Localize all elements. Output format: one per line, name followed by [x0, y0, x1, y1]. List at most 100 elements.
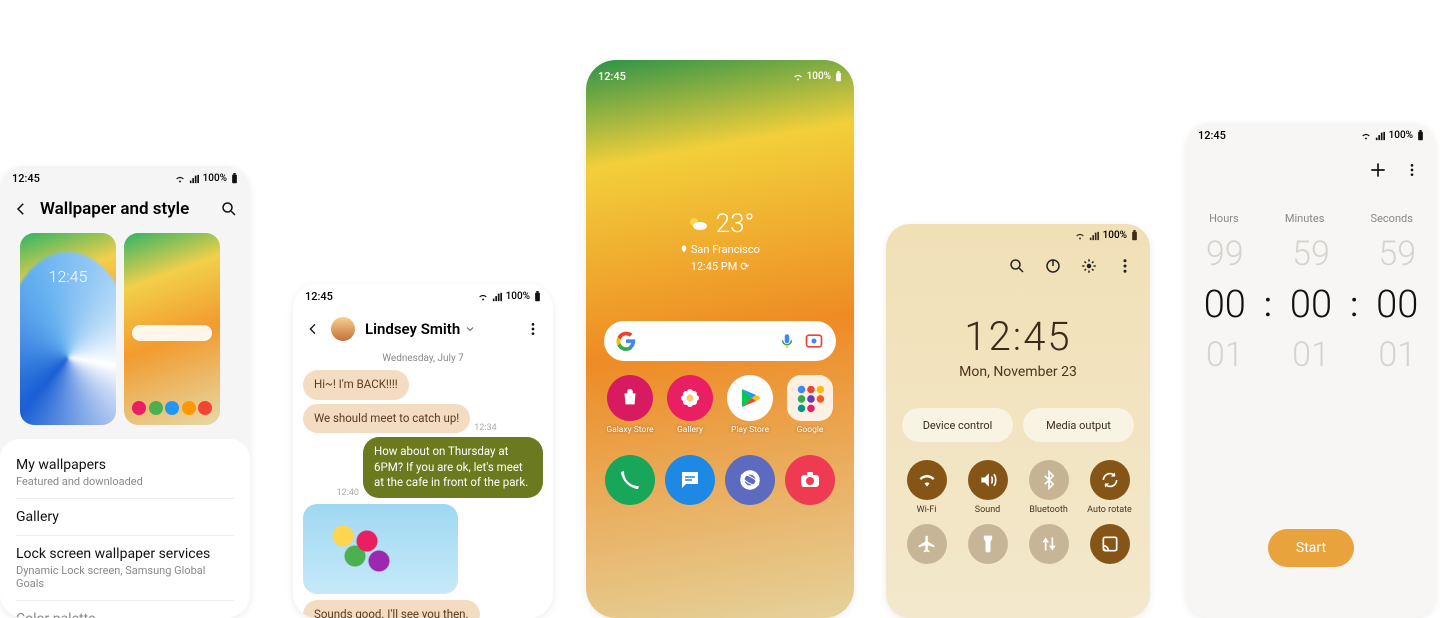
contact-name[interactable]: Lindsey Smith: [365, 320, 515, 338]
hours-wheel[interactable]: 99 00 01: [1194, 231, 1256, 379]
quick-settings: Wi-Fi Sound Bluetooth Auto rotate: [886, 452, 1150, 572]
message-in: We should meet to catch up! 12:34: [293, 402, 553, 436]
panel-buttons: Device control Media output: [886, 380, 1150, 452]
status-bar: 100%: [886, 224, 1150, 247]
timer-screen: 12:45 100% Hours Minutes Seconds 99 00 0…: [1186, 123, 1436, 618]
back-icon[interactable]: [305, 321, 321, 337]
app-camera[interactable]: [782, 455, 838, 505]
message-out: 12:40 How about on Thursday at 6PM? If y…: [293, 435, 553, 500]
status-bar: 12:45 100%: [586, 60, 854, 89]
quick-panel-screen: 100% 12:45 Mon, November 23 Device contr…: [886, 224, 1150, 618]
flower-icon: [667, 375, 713, 421]
signal-icon: [1375, 131, 1385, 141]
google-icon: [616, 331, 636, 351]
app-phone[interactable]: [602, 455, 658, 505]
cast-icon: [1090, 524, 1130, 564]
app-gallery[interactable]: Gallery: [662, 375, 718, 435]
qs-cast[interactable]: [1079, 524, 1140, 564]
google-search-bar[interactable]: [604, 321, 836, 361]
more-icon[interactable]: [525, 321, 541, 337]
list-item[interactable]: Lock screen wallpaper services Dynamic L…: [0, 536, 250, 600]
airplane-icon: [907, 524, 947, 564]
battery-icon: [1417, 130, 1424, 141]
list-item[interactable]: Gallery: [0, 499, 250, 535]
more-icon[interactable]: [1404, 160, 1420, 180]
mic-icon[interactable]: [778, 332, 796, 350]
message-in: Sounds good. I'll see you then. 12:40: [293, 598, 553, 618]
chevron-down-icon[interactable]: [464, 323, 476, 335]
seconds-wheel[interactable]: 59 00 01: [1366, 231, 1428, 379]
start-button[interactable]: Start: [1268, 529, 1354, 567]
status-bar: 12:45 100%: [0, 166, 250, 191]
status-bar: 12:45 100%: [293, 284, 553, 309]
bag-icon: [607, 375, 653, 421]
qs-flashlight[interactable]: [957, 524, 1018, 564]
lens-icon[interactable]: [804, 331, 824, 351]
message-image[interactable]: [303, 504, 458, 594]
wallpaper-thumbs: 12:45: [0, 227, 250, 439]
date-divider: Wednesday, July 7: [293, 349, 553, 368]
qs-data[interactable]: [1018, 524, 1079, 564]
wifi-icon: [907, 460, 947, 500]
qs-autorotate[interactable]: Auto rotate: [1079, 460, 1140, 516]
page-title: Wallpaper and style: [40, 199, 210, 219]
app-internet[interactable]: [722, 455, 778, 505]
qs-wifi[interactable]: Wi-Fi: [896, 460, 957, 516]
data-icon: [1029, 524, 1069, 564]
app-messages[interactable]: [662, 455, 718, 505]
back-icon[interactable]: [12, 200, 30, 218]
clock: 12:45 Mon, November 23: [886, 313, 1150, 380]
camera-icon: [785, 455, 835, 505]
wifi-icon: [175, 174, 185, 184]
list-item[interactable]: My wallpapers Featured and downloaded: [0, 447, 250, 498]
panel-tools: [886, 247, 1150, 285]
qs-sound[interactable]: Sound: [957, 460, 1018, 516]
minutes-wheel[interactable]: 59 00 01: [1280, 231, 1342, 379]
header: Wallpaper and style: [0, 191, 250, 227]
app-play-store[interactable]: Play Store: [722, 375, 778, 435]
flashlight-icon: [968, 524, 1008, 564]
search-icon[interactable]: [1008, 257, 1026, 275]
status-right: 100%: [175, 173, 238, 184]
more-icon[interactable]: [1116, 257, 1134, 275]
internet-icon: [725, 455, 775, 505]
device-control-button[interactable]: Device control: [902, 408, 1013, 442]
message-in: Hi~! I'm BACK!!!!: [293, 368, 553, 402]
signal-icon: [492, 292, 502, 302]
status-bar: 12:45 100%: [1186, 123, 1436, 148]
search-icon[interactable]: [220, 200, 238, 218]
phone-icon: [605, 455, 655, 505]
status-time: 12:45: [12, 172, 40, 185]
wallpaper-style-screen: 12:45 100% Wallpaper and style 12:45 My …: [0, 166, 250, 618]
gear-icon[interactable]: [1080, 257, 1098, 275]
location-icon: [680, 245, 688, 253]
timer-picker[interactable]: 99 00 01 : 59 00 01 : 59 00 01: [1186, 231, 1436, 379]
avatar[interactable]: [331, 317, 355, 341]
rotate-icon: [1090, 460, 1130, 500]
app-google-folder[interactable]: Google: [782, 375, 838, 435]
homescreen-preview[interactable]: [124, 233, 220, 425]
lockscreen-preview[interactable]: 12:45: [20, 233, 116, 425]
play-icon: [727, 375, 773, 421]
app-row: Galaxy Store Gallery Play Store Google: [586, 361, 854, 435]
settings-list: My wallpapers Featured and downloaded Ga…: [0, 439, 250, 618]
dock: [586, 435, 854, 505]
plus-icon[interactable]: [1368, 160, 1388, 180]
list-item[interactable]: Color palette: [0, 601, 250, 618]
folder-icon: [787, 375, 833, 421]
qs-bluetooth[interactable]: Bluetooth: [1018, 460, 1079, 516]
qs-airplane[interactable]: [896, 524, 957, 564]
app-galaxy-store[interactable]: Galaxy Store: [602, 375, 658, 435]
media-output-button[interactable]: Media output: [1023, 408, 1134, 442]
signal-icon: [189, 174, 199, 184]
power-icon[interactable]: [1044, 257, 1062, 275]
wifi-icon: [1075, 231, 1085, 241]
signal-icon: [1089, 231, 1099, 241]
timer-headers: Hours Minutes Seconds: [1186, 212, 1436, 225]
battery-icon: [835, 71, 842, 82]
battery-icon: [231, 173, 238, 184]
home-screen: 12:45 100% 23° San Francisco 12:45 PM ⟳ …: [586, 60, 854, 618]
weather-widget[interactable]: 23° San Francisco 12:45 PM ⟳: [586, 209, 854, 273]
wifi-icon: [1361, 131, 1371, 141]
battery-icon: [534, 291, 541, 302]
